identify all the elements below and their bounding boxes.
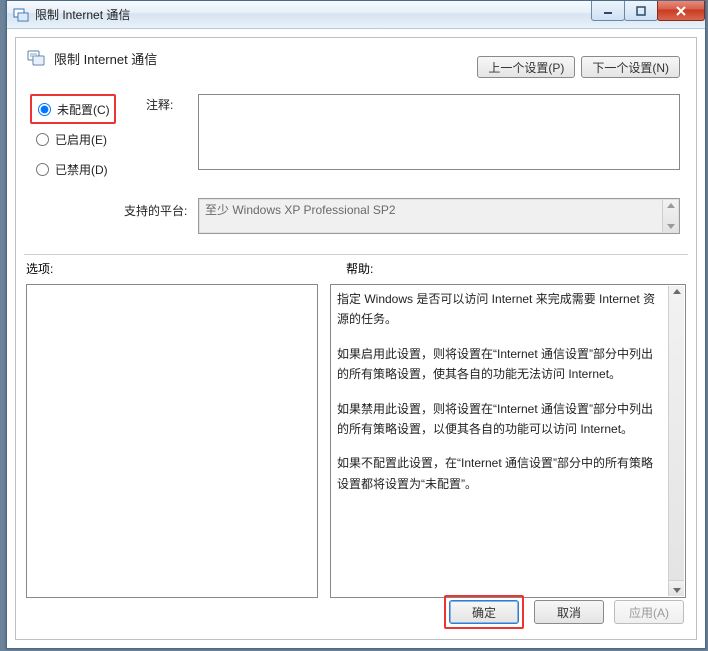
- scrollbar[interactable]: [662, 200, 678, 232]
- next-setting-button[interactable]: 下一个设置(N): [581, 56, 680, 78]
- radio-disabled[interactable]: 已禁用(D): [30, 154, 116, 184]
- help-panel: 指定 Windows 是否可以访问 Internet 来完成需要 Interne…: [330, 284, 686, 598]
- radio-enabled[interactable]: 已启用(E): [30, 124, 116, 154]
- radio-not-configured-label: 未配置(C): [57, 101, 110, 118]
- help-line: 如果禁用此设置，则将设置在“Internet 通信设置”部分中列出的所有策略设置…: [337, 399, 661, 440]
- options-label: 选项:: [26, 260, 53, 277]
- window-title: 限制 Internet 通信: [35, 6, 130, 23]
- page-title: 限制 Internet 通信: [54, 49, 157, 68]
- client-area: 限制 Internet 通信 上一个设置(P) 下一个设置(N) 未配置(C) …: [15, 37, 697, 640]
- policy-icon: [26, 48, 46, 68]
- separator: [24, 254, 688, 255]
- platform-label: 支持的平台:: [124, 202, 187, 219]
- ok-highlight: 确定: [444, 595, 524, 629]
- comment-label: 注释:: [146, 96, 173, 113]
- close-button[interactable]: [657, 1, 705, 21]
- help-label: 帮助:: [346, 260, 373, 277]
- options-panel: [26, 284, 318, 598]
- comment-textarea[interactable]: [198, 94, 680, 170]
- help-line: 如果启用此设置，则将设置在“Internet 通信设置”部分中列出的所有策略设置…: [337, 344, 661, 385]
- radio-enabled-input[interactable]: [36, 133, 49, 146]
- state-radios: 未配置(C) 已启用(E) 已禁用(D): [30, 94, 116, 184]
- prev-setting-button[interactable]: 上一个设置(P): [477, 56, 575, 78]
- radio-not-configured[interactable]: 未配置(C): [30, 94, 116, 124]
- help-text: 指定 Windows 是否可以访问 Internet 来完成需要 Interne…: [337, 289, 679, 494]
- scrollbar[interactable]: [668, 286, 684, 596]
- radio-not-configured-input[interactable]: [38, 103, 51, 116]
- maximize-button[interactable]: [624, 1, 658, 21]
- titlebar[interactable]: 限制 Internet 通信: [7, 1, 705, 29]
- ok-button[interactable]: 确定: [449, 600, 519, 624]
- cancel-button[interactable]: 取消: [534, 600, 604, 624]
- radio-disabled-label: 已禁用(D): [55, 161, 108, 178]
- apply-button: 应用(A): [614, 600, 684, 624]
- platform-value: 至少 Windows XP Professional SP2: [205, 203, 396, 217]
- minimize-button[interactable]: [591, 1, 625, 21]
- help-line: 如果不配置此设置，在“Internet 通信设置”部分中的所有策略设置都将设置为…: [337, 453, 661, 494]
- platform-box: 至少 Windows XP Professional SP2: [198, 198, 680, 234]
- scrollbar-down[interactable]: [668, 580, 684, 596]
- help-line: 指定 Windows 是否可以访问 Internet 来完成需要 Interne…: [337, 289, 661, 330]
- radio-disabled-input[interactable]: [36, 163, 49, 176]
- window: 限制 Internet 通信 限制 Internet: [6, 0, 706, 649]
- radio-enabled-label: 已启用(E): [55, 131, 107, 148]
- app-icon: [13, 7, 29, 23]
